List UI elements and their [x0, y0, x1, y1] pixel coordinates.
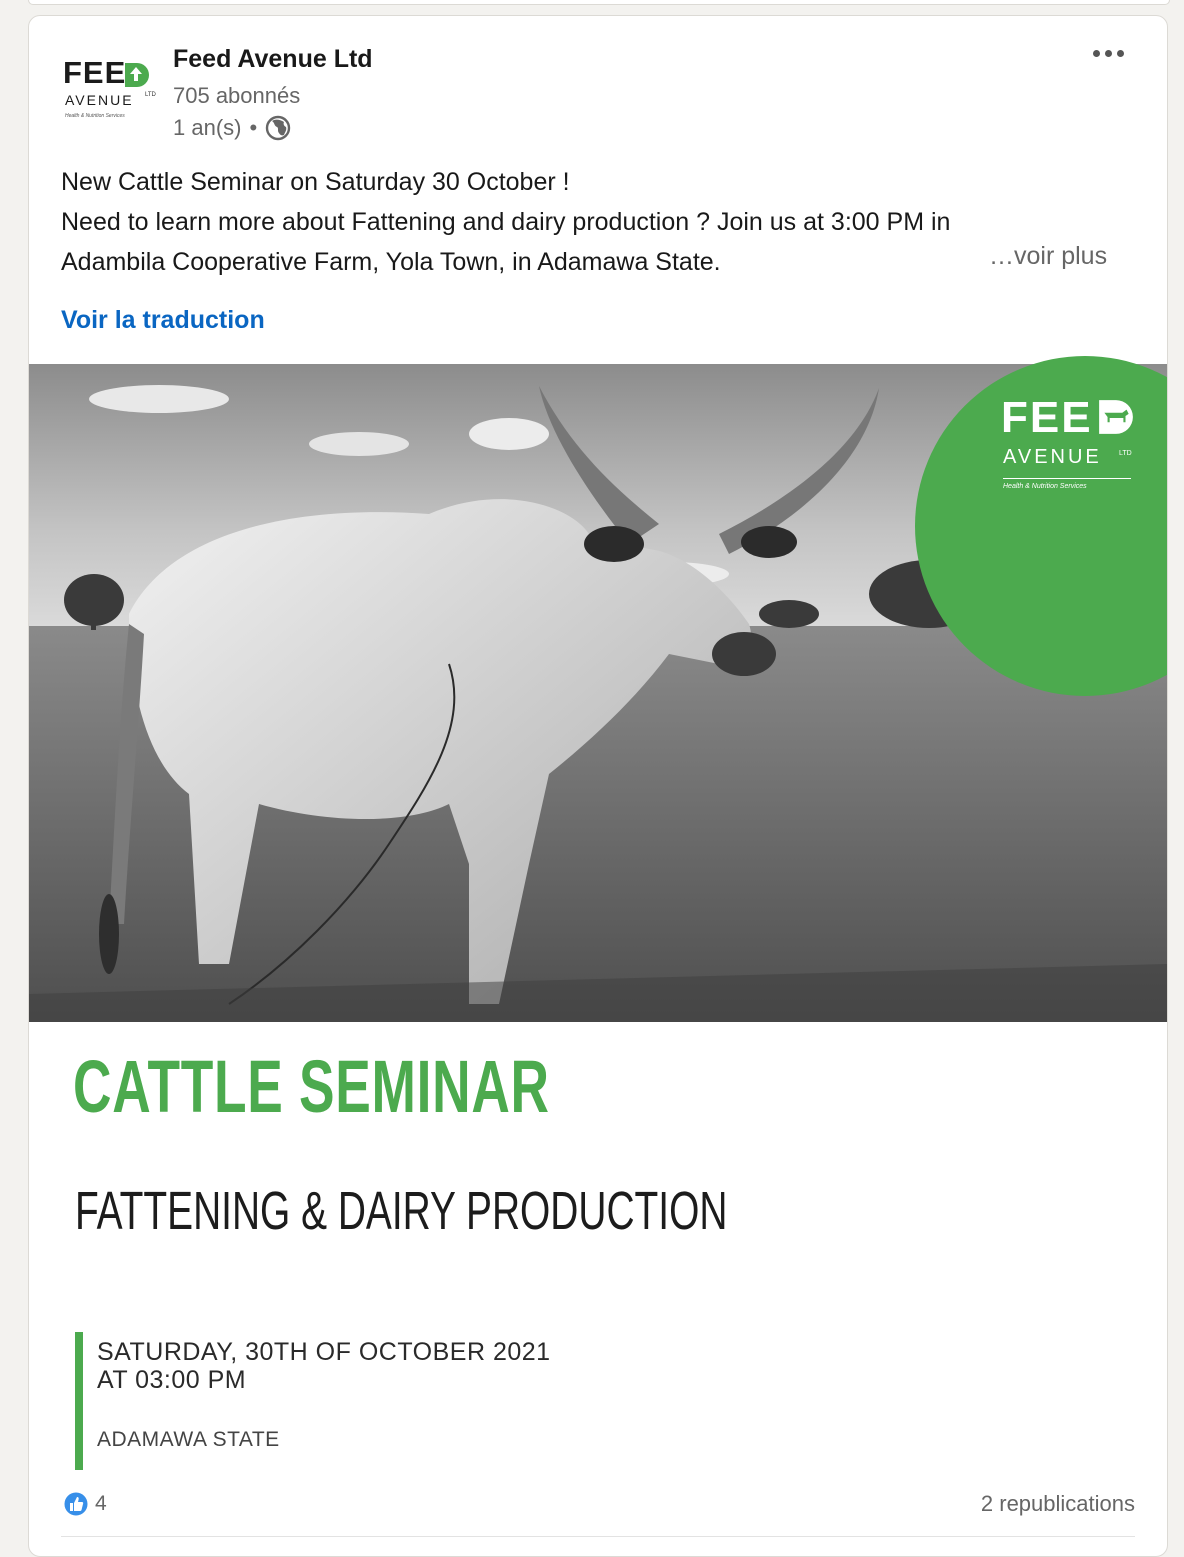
more-dot	[1117, 50, 1124, 57]
poster-title: CATTLE SEMINAR	[73, 1045, 550, 1128]
meta-separator: •	[249, 115, 258, 140]
like-icon	[63, 1491, 89, 1517]
poster-text-area: CATTLE SEMINAR FATTENING & DAIRY PRODUCT…	[29, 1022, 1167, 1502]
cow-icon	[1099, 400, 1133, 434]
post-meta: 1 an(s) •	[173, 115, 291, 141]
reaction-count: 4	[95, 1492, 107, 1515]
see-more-button[interactable]: …voir plus	[989, 242, 1107, 271]
leaf-arrow-icon	[125, 63, 149, 87]
badge-tagline: Health & Nutrition Services	[1003, 478, 1131, 490]
post-text-line: Adambila Cooperative Farm, Yola Town, in…	[61, 248, 721, 276]
post-body: New Cattle Seminar on Saturday 30 Octobe…	[61, 162, 1141, 282]
poster-location: ADAMAWA STATE	[97, 1428, 280, 1451]
badge-word-avenue: AVENUE	[1003, 446, 1102, 468]
post-time: 1 an(s)	[173, 115, 242, 140]
badge-logo: FEE AVENUE LTD Health & Nutrition Servic…	[1001, 394, 1141, 514]
author-name[interactable]: Feed Avenue Ltd	[173, 45, 373, 74]
company-logo[interactable]: FEE AVENUE LTD Health & Nutrition Servic…	[63, 56, 157, 136]
poster-time: AT 03:00 PM	[97, 1366, 247, 1394]
poster-subtitle: FATTENING & DAIRY PRODUCTION	[75, 1181, 728, 1241]
more-horizontal-icon	[1093, 50, 1100, 57]
logo-tagline: Health & Nutrition Services	[65, 113, 125, 119]
footer-divider	[61, 1536, 1135, 1537]
repost-count[interactable]: 2 republications	[981, 1491, 1135, 1517]
badge-ltd: LTD	[1119, 450, 1132, 457]
post-text-line: Need to learn more about Fattening and d…	[61, 208, 951, 236]
badge-word-feed: FEE	[1001, 393, 1093, 442]
feed-post-card: FEE AVENUE LTD Health & Nutrition Servic…	[28, 15, 1168, 1557]
poster-date: SATURDAY, 30TH OF OCTOBER 2021	[97, 1338, 551, 1366]
accent-bar	[75, 1332, 83, 1470]
previous-post-edge	[28, 0, 1170, 5]
logo-ltd: LTD	[145, 92, 156, 98]
translate-link[interactable]: Voir la traduction	[61, 306, 265, 335]
more-options-button[interactable]	[1089, 46, 1128, 61]
logo-word-feed: FEE	[63, 55, 127, 90]
more-dot	[1105, 50, 1112, 57]
post-text-line: New Cattle Seminar on Saturday 30 Octobe…	[61, 168, 570, 196]
reaction-summary[interactable]: 4	[63, 1491, 107, 1517]
logo-word-avenue: AVENUE	[65, 92, 134, 108]
follower-count: 705 abonnés	[173, 83, 301, 108]
globe-icon	[265, 115, 291, 141]
